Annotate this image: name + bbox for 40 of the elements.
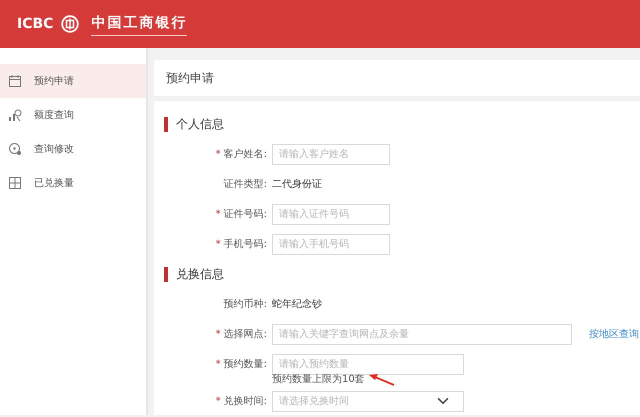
required-mark: * bbox=[216, 328, 221, 340]
required-mark: * bbox=[216, 358, 221, 370]
chart-icon bbox=[8, 108, 22, 122]
input-field[interactable]: 请输入客户姓名 bbox=[272, 144, 390, 164]
logo-icon bbox=[61, 15, 80, 33]
arrow-icon bbox=[368, 374, 395, 386]
field-label: 选择网点: bbox=[224, 328, 267, 340]
field-label: 客户姓名: bbox=[224, 148, 267, 160]
page-title: 预约申请 bbox=[166, 70, 214, 87]
input-field[interactable]: 请输入证件号码 bbox=[272, 204, 390, 224]
field-label: 证件号码: bbox=[224, 208, 267, 220]
hint-text: 预约数量上限为10套 bbox=[272, 375, 365, 385]
input-field[interactable]: 请输入关键字查询网点及余量 bbox=[272, 324, 572, 344]
calendar-icon bbox=[8, 74, 22, 88]
field-label: 预约数量: bbox=[224, 358, 267, 370]
required-mark: * bbox=[216, 396, 221, 406]
section-title: 个人信息 bbox=[176, 116, 224, 133]
grid-icon bbox=[8, 176, 22, 190]
logo-text: ICBC bbox=[17, 14, 54, 34]
section-title: 兑换信息 bbox=[176, 266, 224, 283]
field-label: 兑换时间: bbox=[224, 396, 267, 406]
input-field[interactable]: 请输入手机号码 bbox=[272, 234, 390, 254]
field-value: 二代身份证 bbox=[272, 178, 322, 192]
field-label: 预约币种: bbox=[224, 298, 267, 310]
field-label: 证件类型: bbox=[224, 178, 267, 190]
required-mark: * bbox=[216, 208, 221, 220]
search-icon bbox=[8, 142, 22, 156]
region-search-link[interactable]: 按地区查询 bbox=[589, 326, 639, 342]
section-marker bbox=[164, 116, 168, 132]
sidebar-item[interactable]: 已兑换量 bbox=[0, 166, 146, 200]
input-field[interactable]: 请输入预约数量 bbox=[272, 354, 464, 374]
field-value: 蛇年纪念钞 bbox=[272, 298, 322, 312]
sidebar-item[interactable]: 预约申请 bbox=[0, 64, 146, 98]
bank-name: 中国工商银行 bbox=[91, 12, 188, 36]
section-marker bbox=[164, 266, 168, 282]
sidebar-item[interactable]: 查询修改 bbox=[0, 132, 146, 166]
required-mark: * bbox=[216, 148, 221, 160]
sidebar-item[interactable]: 额度查询 bbox=[0, 98, 146, 132]
required-mark: * bbox=[216, 238, 221, 250]
field-label: 手机号码: bbox=[224, 238, 267, 250]
